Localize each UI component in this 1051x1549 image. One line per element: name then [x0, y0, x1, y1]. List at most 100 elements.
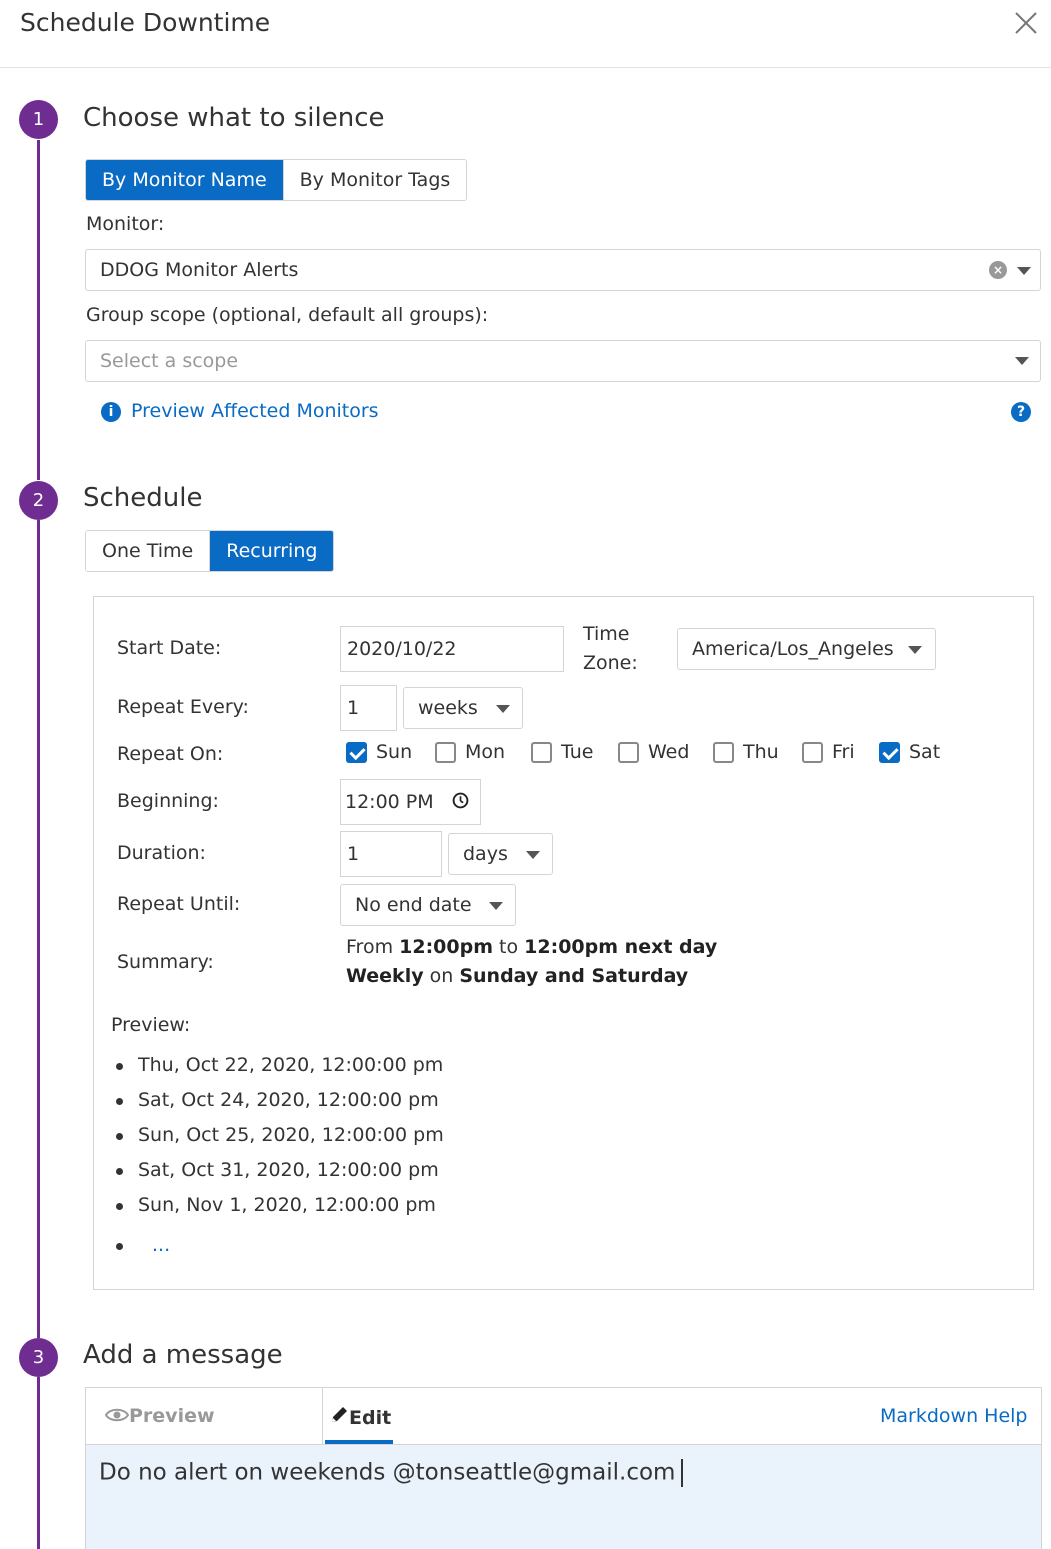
preview-item: Sun, Nov 1, 2020, 12:00:00 pm [138, 1194, 436, 1216]
preview-more-link[interactable]: ... [152, 1234, 170, 1256]
day-label-mon: Mon [465, 741, 506, 763]
help-icon[interactable]: ? [1011, 402, 1031, 422]
day-checkbox-fri[interactable]: Fri [802, 741, 855, 763]
pencil-icon [332, 1407, 347, 1422]
list-bullet [116, 1063, 123, 1070]
timeline-line-1 [37, 140, 40, 480]
preview-item: Sat, Oct 24, 2020, 12:00:00 pm [138, 1089, 439, 1111]
summary-line-1: From 12:00pm to 12:00pm next day [346, 936, 717, 958]
summary-days: Sunday and Saturday [459, 965, 689, 987]
day-checkbox-mon[interactable]: Mon [435, 741, 505, 763]
repeat-every-unit-value: weeks [418, 697, 478, 719]
duration-value: 1 [347, 843, 360, 865]
chevron-down-icon[interactable] [496, 705, 510, 713]
chevron-down-icon[interactable] [489, 902, 503, 910]
time-zone-select[interactable]: America/Los_Angeles [677, 628, 936, 670]
step-3-title: Add a message [83, 1340, 283, 1370]
beginning-time-input[interactable]: 12:00 PM [340, 779, 481, 825]
preview-item: Thu, Oct 22, 2020, 12:00:00 pm [138, 1054, 444, 1076]
repeat-until-select[interactable]: No end date [340, 884, 516, 926]
day-label-sun: Sun [376, 741, 413, 763]
checkbox-sat-box[interactable] [879, 741, 900, 763]
checkbox-fri-box[interactable] [802, 741, 823, 763]
monitor-label: Monitor: [86, 213, 165, 235]
repeat-every-value: 1 [347, 697, 360, 719]
active-tab-indicator [325, 1440, 393, 1444]
tab-preview-label: Preview [129, 1405, 215, 1427]
time-zone-label-line2: Zone: [583, 652, 638, 674]
day-checkbox-sat[interactable]: Sat [879, 741, 940, 763]
day-label-thu: Thu [743, 741, 779, 763]
dialog-header: Schedule Downtime [0, 0, 1051, 68]
message-editor: Preview Edit Markdown Help Do no alert o… [85, 1387, 1042, 1549]
tab-by-monitor-name[interactable]: By Monitor Name [86, 160, 283, 200]
tab-edit[interactable]: Edit [329, 1405, 391, 1429]
preview-affected-monitors-link[interactable]: Preview Affected Monitors [131, 400, 379, 422]
chevron-down-icon[interactable] [1017, 267, 1031, 275]
day-checkbox-tue[interactable]: Tue [531, 741, 593, 763]
chevron-down-icon[interactable] [908, 646, 922, 654]
step-2-badge: 2 [19, 481, 58, 520]
beginning-time-value: 12:00 PM [345, 791, 434, 813]
tab-edit-label: Edit [349, 1407, 392, 1429]
clear-icon[interactable]: × [989, 261, 1007, 279]
preview-item: Sun, Oct 25, 2020, 12:00:00 pm [138, 1124, 444, 1146]
duration-label: Duration: [117, 842, 206, 864]
list-bullet [116, 1133, 123, 1140]
group-scope-label: Group scope (optional, default all group… [86, 304, 489, 326]
checkbox-sun-box[interactable] [346, 741, 367, 763]
day-checkbox-wed[interactable]: Wed [618, 741, 689, 763]
day-label-sat: Sat [909, 741, 941, 763]
step-1-title: Choose what to silence [83, 103, 385, 133]
summary-label: Summary: [117, 951, 214, 973]
beginning-label: Beginning: [117, 790, 219, 812]
message-text: Do no alert on weekends @tonseattle@gmai… [99, 1459, 676, 1486]
chevron-down-icon[interactable] [1015, 357, 1029, 365]
list-bullet [116, 1168, 123, 1175]
dialog-title: Schedule Downtime [20, 8, 271, 37]
duration-unit-select[interactable]: days [448, 833, 553, 875]
tab-recurring[interactable]: Recurring [209, 531, 334, 571]
tab-preview[interactable]: Preview [104, 1405, 215, 1427]
start-date-value: 2020/10/22 [347, 638, 457, 660]
time-zone-value: America/Los_Angeles [692, 638, 894, 660]
repeat-every-unit-select[interactable]: weeks [403, 687, 523, 729]
list-bullet [116, 1203, 123, 1210]
group-scope-select[interactable]: Select a scope [85, 340, 1041, 382]
start-date-label: Start Date: [117, 637, 222, 659]
summary-end-time: 12:00pm next day [524, 936, 718, 958]
checkbox-tue-box[interactable] [531, 741, 552, 763]
summary-frequency: Weekly [346, 965, 424, 987]
duration-input[interactable]: 1 [340, 831, 442, 877]
timeline-line-2 [37, 520, 40, 1338]
step-2-title: Schedule [83, 483, 203, 513]
close-icon[interactable] [1011, 8, 1041, 38]
day-checkbox-thu[interactable]: Thu [713, 741, 779, 763]
summary-from: From [346, 936, 400, 958]
info-icon: i [101, 402, 121, 422]
checkbox-thu-box[interactable] [713, 741, 734, 763]
start-date-input[interactable]: 2020/10/22 [340, 626, 564, 672]
checkbox-wed-box[interactable] [618, 741, 639, 763]
repeat-every-label: Repeat Every: [117, 696, 249, 718]
message-textarea[interactable]: Do no alert on weekends @tonseattle@gmai… [86, 1445, 1041, 1549]
monitor-select-value: DDOG Monitor Alerts [100, 259, 299, 281]
checkbox-mon-box[interactable] [435, 741, 456, 763]
step-3-badge: 3 [19, 1338, 58, 1377]
repeat-every-input[interactable]: 1 [340, 685, 397, 731]
eye-icon [104, 1408, 130, 1422]
monitor-select[interactable]: DDOG Monitor Alerts × [85, 249, 1041, 291]
summary-start-time: 12:00pm [399, 936, 494, 958]
step-1-badge: 1 [19, 100, 58, 139]
day-checkbox-sun[interactable]: Sun [346, 741, 412, 763]
tab-one-time[interactable]: One Time [86, 531, 210, 571]
clock-icon[interactable] [452, 792, 469, 809]
silence-mode-toggle: By Monitor Name By Monitor Tags [85, 159, 468, 201]
chevron-down-icon[interactable] [526, 851, 540, 859]
day-label-wed: Wed [648, 741, 690, 763]
list-bullet [116, 1243, 123, 1250]
repeat-until-label: Repeat Until: [117, 893, 241, 915]
tab-by-monitor-tags[interactable]: By Monitor Tags [282, 160, 467, 200]
markdown-help-link[interactable]: Markdown Help [880, 1405, 1027, 1427]
list-bullet [116, 1098, 123, 1105]
